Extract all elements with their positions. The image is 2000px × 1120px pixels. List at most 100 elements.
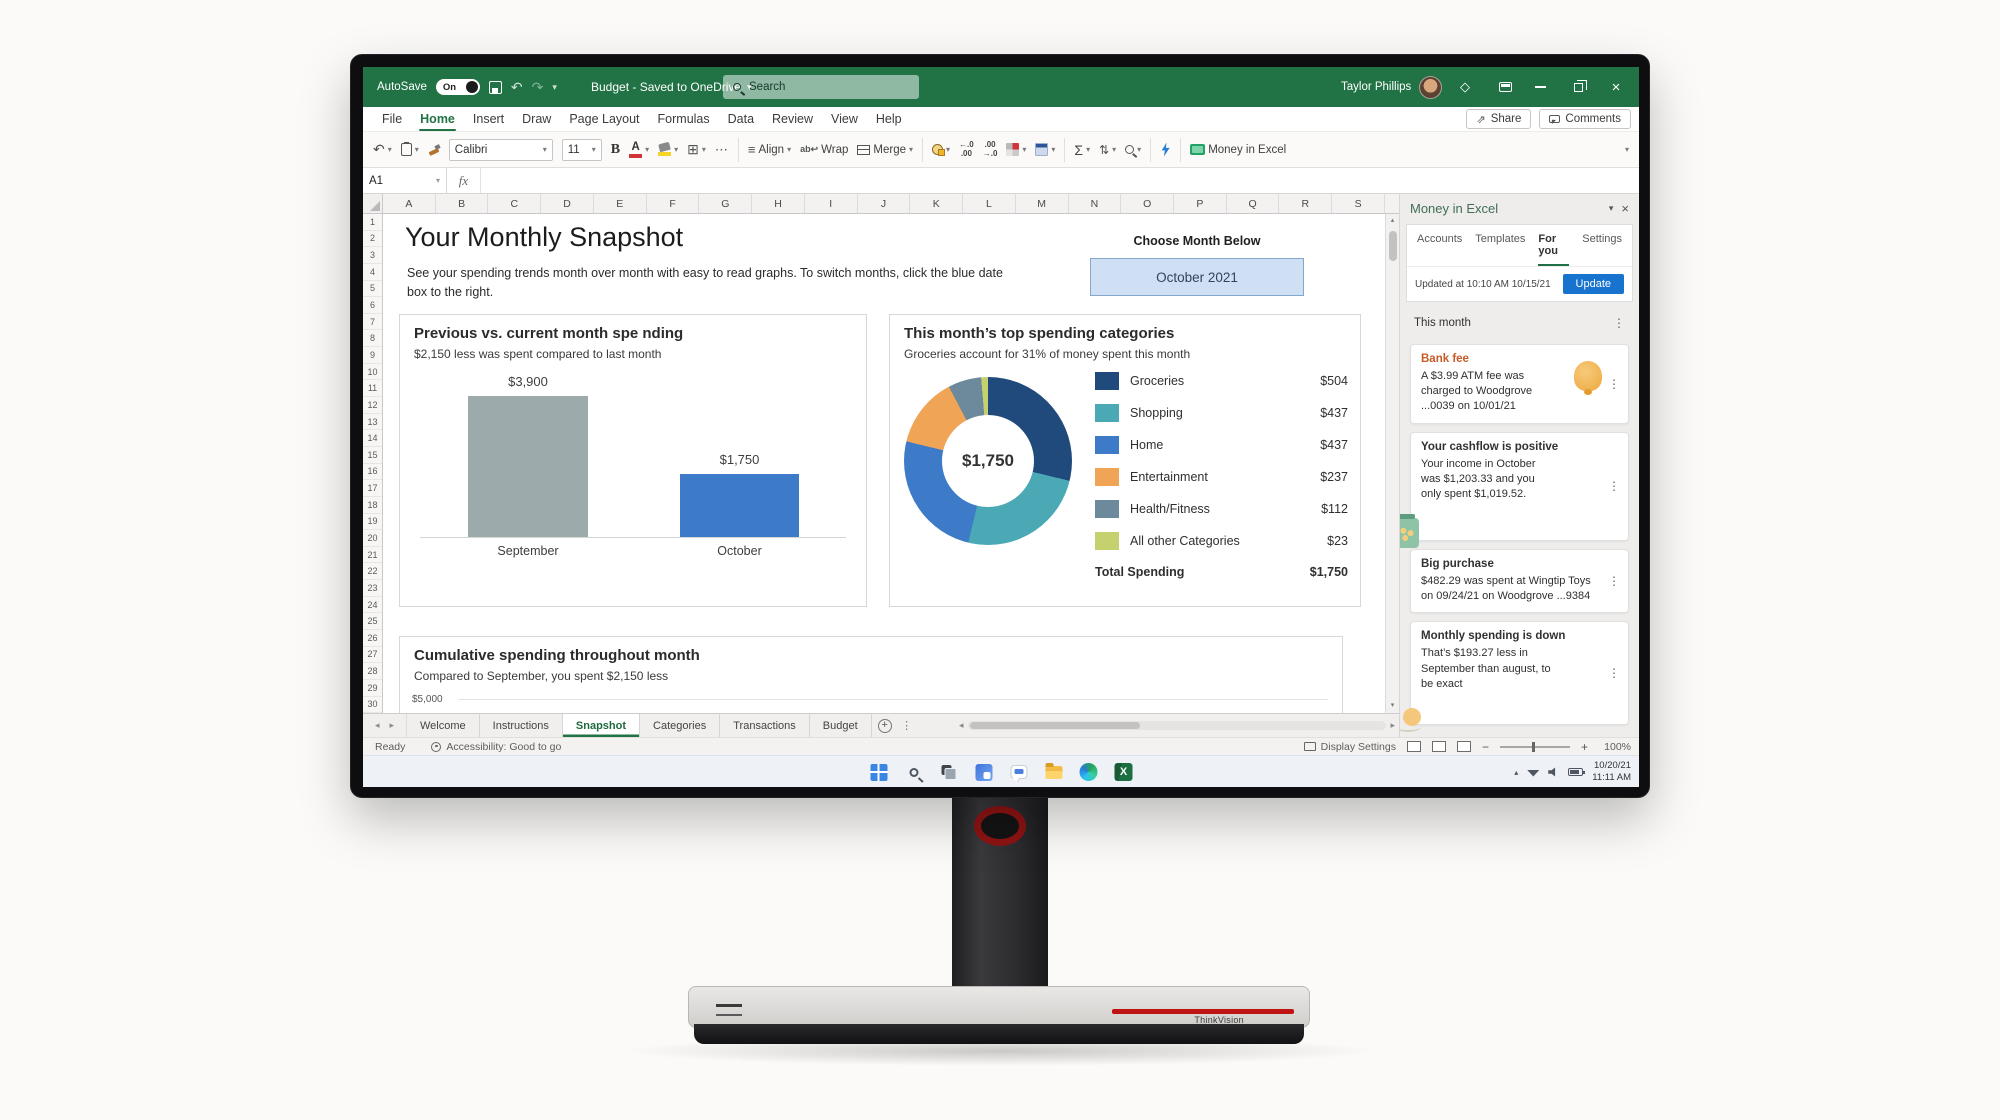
widgets-icon[interactable] <box>971 759 997 785</box>
bold-button[interactable]: B <box>611 142 620 158</box>
menu-tab-help[interactable]: Help <box>867 107 911 131</box>
scroll-right-arrow[interactable]: ▸ <box>1390 720 1395 731</box>
bar-chart-card[interactable]: Previous vs. current month spe nding $2,… <box>399 314 867 607</box>
battery-icon[interactable] <box>1568 768 1583 776</box>
previous-sheet-arrow[interactable]: ◂ <box>375 720 380 731</box>
column-header-O[interactable]: O <box>1121 194 1174 213</box>
panel-tab-for-you[interactable]: For you <box>1538 233 1569 266</box>
row-header-10[interactable]: 10 <box>363 364 382 381</box>
row-header-30[interactable]: 30 <box>363 697 382 714</box>
volume-icon[interactable] <box>1548 767 1559 777</box>
row-header-29[interactable]: 29 <box>363 680 382 697</box>
search-box[interactable]: Search <box>723 75 919 99</box>
more-options-icon[interactable]: ⋮ <box>1608 479 1620 493</box>
wrap-text-button[interactable]: ab↩Wrap <box>800 144 848 156</box>
customize-quick-access-icon[interactable]: ▾ <box>552 82 557 93</box>
display-settings-button[interactable]: Display Settings <box>1304 741 1396 753</box>
column-header-P[interactable]: P <box>1174 194 1227 213</box>
sheet-tab-welcome[interactable]: Welcome <box>407 714 480 737</box>
row-header-13[interactable]: 13 <box>363 414 382 431</box>
insight-card[interactable]: Bank feeA $3.99 ATM fee was charged to W… <box>1410 344 1629 424</box>
panel-close-icon[interactable]: × <box>1621 201 1629 216</box>
panel-tab-templates[interactable]: Templates <box>1475 233 1525 266</box>
minimize-button[interactable] <box>1523 67 1557 107</box>
column-header-Q[interactable]: Q <box>1227 194 1280 213</box>
insight-card[interactable]: Big purchase$482.29 was spent at Wingtip… <box>1410 549 1629 613</box>
zoom-slider-thumb[interactable] <box>1532 742 1535 752</box>
taskbar-clock[interactable]: 10/20/21 11:11 AM <box>1592 760 1631 785</box>
insight-card[interactable]: Monthly spending is downThat’s $193.27 l… <box>1410 621 1629 725</box>
row-header-17[interactable]: 17 <box>363 480 382 497</box>
horizontal-scroll-thumb[interactable] <box>970 722 1140 729</box>
menu-tab-page-layout[interactable]: Page Layout <box>560 107 648 131</box>
horizontal-scrollbar[interactable]: ◂ ▸ <box>959 714 1399 737</box>
zoom-in-button[interactable]: + <box>1581 740 1588 754</box>
row-header-23[interactable]: 23 <box>363 580 382 597</box>
row-header-11[interactable]: 11 <box>363 380 382 397</box>
more-options-icon[interactable]: ⋮ <box>1608 377 1620 391</box>
close-button[interactable]: × <box>1599 67 1633 107</box>
column-header-F[interactable]: F <box>647 194 700 213</box>
task-view-icon[interactable] <box>936 759 962 785</box>
hidden-icons-chevron[interactable]: ▴ <box>1514 768 1518 777</box>
row-header-2[interactable]: 2 <box>363 231 382 248</box>
column-header-H[interactable]: H <box>752 194 805 213</box>
column-header-C[interactable]: C <box>488 194 541 213</box>
sheet-tab-categories[interactable]: Categories <box>640 714 720 737</box>
column-header-A[interactable]: A <box>383 194 436 213</box>
more-formatting-button[interactable]: ⋯ <box>715 142 729 158</box>
format-painter-button[interactable] <box>428 144 440 156</box>
row-header-28[interactable]: 28 <box>363 663 382 680</box>
user-name[interactable]: Taylor Phillips <box>1341 81 1411 93</box>
ribbon-display-options-icon[interactable] <box>1488 67 1522 107</box>
month-selector-box[interactable]: October 2021 <box>1090 258 1304 296</box>
teams-chat-icon[interactable] <box>1006 759 1032 785</box>
panel-tab-settings[interactable]: Settings <box>1582 233 1622 266</box>
scroll-down-arrow[interactable]: ▾ <box>1391 699 1395 713</box>
borders-button[interactable]: ⊞▾ <box>687 141 706 158</box>
menu-tab-data[interactable]: Data <box>719 107 763 131</box>
analyze-data-button[interactable] <box>1160 143 1171 157</box>
page-layout-view-button[interactable] <box>1432 741 1446 752</box>
conditional-formatting-button[interactable]: ▾ <box>1006 143 1026 156</box>
menu-tab-draw[interactable]: Draw <box>513 107 560 131</box>
row-header-6[interactable]: 6 <box>363 297 382 314</box>
sheet-tab-instructions[interactable]: Instructions <box>480 714 563 737</box>
more-options-icon[interactable]: ⋮ <box>1608 574 1620 588</box>
zoom-slider[interactable] <box>1500 746 1570 748</box>
next-sheet-arrow[interactable]: ▸ <box>390 720 395 731</box>
row-header-25[interactable]: 25 <box>363 613 382 630</box>
column-header-S[interactable]: S <box>1332 194 1385 213</box>
restore-button[interactable] <box>1561 67 1595 107</box>
save-icon[interactable] <box>489 81 502 94</box>
redo-icon[interactable]: ↷ <box>532 79 544 96</box>
vertical-scroll-thumb[interactable] <box>1389 231 1397 261</box>
row-header-27[interactable]: 27 <box>363 647 382 664</box>
sheet-tab-budget[interactable]: Budget <box>810 714 872 737</box>
column-header-J[interactable]: J <box>858 194 911 213</box>
windows-start-icon[interactable] <box>866 759 892 785</box>
format-as-table-button[interactable]: ▾ <box>1035 143 1055 156</box>
font-name-combo[interactable]: Calibri▾ <box>449 139 553 161</box>
accessibility-status[interactable]: Accessibility: Good to go <box>431 741 561 753</box>
fill-color-button[interactable]: ▾ <box>658 143 678 156</box>
menu-tab-view[interactable]: View <box>822 107 867 131</box>
money-in-excel-button[interactable]: Money in Excel <box>1190 144 1286 156</box>
paste-button[interactable]: ▾ <box>401 143 419 156</box>
vertical-scrollbar[interactable]: ▴ ▾ <box>1385 214 1399 713</box>
font-size-combo[interactable]: 11▾ <box>562 139 602 161</box>
scroll-up-arrow[interactable]: ▴ <box>1391 214 1395 228</box>
row-header-16[interactable]: 16 <box>363 464 382 481</box>
share-button[interactable]: ⇗Share <box>1466 109 1531 129</box>
wifi-icon[interactable] <box>1527 768 1539 777</box>
row-header-9[interactable]: 9 <box>363 347 382 364</box>
name-box[interactable]: A1▾ <box>363 168 447 193</box>
row-header-15[interactable]: 15 <box>363 447 382 464</box>
undo-icon[interactable]: ↶ <box>511 79 523 96</box>
column-header-R[interactable]: R <box>1279 194 1332 213</box>
row-header-1[interactable]: 1 <box>363 214 382 231</box>
row-header-14[interactable]: 14 <box>363 430 382 447</box>
menu-tab-file[interactable]: File <box>373 107 411 131</box>
menu-tab-home[interactable]: Home <box>411 107 464 131</box>
row-header-8[interactable]: 8 <box>363 330 382 347</box>
